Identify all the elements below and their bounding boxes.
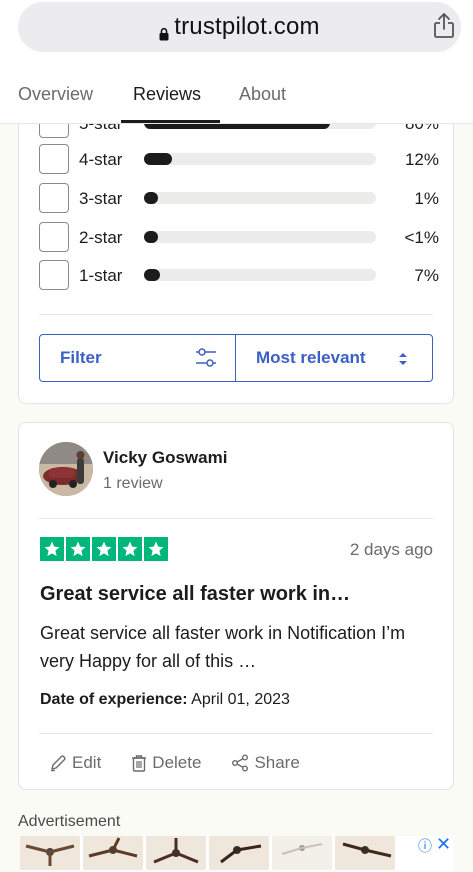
date-of-experience-value: April 01, 2023 [191, 691, 290, 708]
star-icon [92, 537, 116, 561]
advertisement-banner[interactable]: ⓘ ✕ [20, 834, 453, 872]
star-rating [40, 537, 168, 561]
pencil-icon [51, 755, 66, 772]
avatar[interactable] [39, 442, 93, 496]
rating-row-2-star[interactable]: 2-star <1% [39, 222, 439, 252]
rating-bar-track [144, 124, 376, 129]
rating-row-3-star[interactable]: 3-star 1% [39, 183, 439, 213]
rating-bar-fill [144, 124, 330, 129]
rating-bar-track [144, 231, 376, 243]
sort-dropdown[interactable]: Most relevant [236, 335, 432, 381]
reviewer-name[interactable]: Vicky Goswami [103, 448, 227, 468]
active-tab-indicator [121, 120, 220, 123]
advertisement-label: Advertisement [18, 813, 121, 830]
ad-product-image[interactable] [209, 836, 269, 870]
share-icon[interactable] [433, 13, 455, 39]
rating-filter-checkbox[interactable] [39, 260, 69, 290]
rating-row-label: 1-star [79, 266, 123, 285]
rating-row-label: 5-star [79, 124, 122, 134]
trash-icon [132, 755, 147, 772]
lock-icon [159, 20, 169, 41]
rating-row-percent: 12% [404, 150, 439, 169]
star-icon [40, 537, 64, 561]
sliders-icon [195, 347, 217, 369]
rating-row-label: 4-star [79, 150, 123, 169]
rating-filter-checkbox[interactable] [39, 222, 69, 252]
ad-product-image[interactable] [335, 836, 395, 870]
divider [39, 314, 433, 315]
share-button[interactable]: Share [231, 753, 300, 773]
rating-bar-fill [144, 231, 158, 243]
rating-bar-fill [144, 192, 158, 204]
sort-label: Most relevant [256, 348, 366, 367]
divider [39, 518, 433, 519]
filter-button[interactable]: Filter [40, 335, 236, 381]
ad-product-image[interactable] [146, 836, 206, 870]
ad-product-image[interactable] [272, 836, 332, 870]
rating-row-percent: 7% [414, 266, 439, 285]
url-display[interactable]: trustpilot.com [159, 13, 320, 41]
divider [39, 733, 433, 734]
tab-reviews[interactable]: Reviews [133, 84, 201, 105]
review-card: Vicky Goswami 1 review 2 days ago Great … [18, 422, 454, 790]
star-icon [118, 537, 142, 561]
rating-row-4-star[interactable]: 4-star 12% [39, 144, 439, 174]
address-bar[interactable]: trustpilot.com [18, 2, 461, 52]
review-actions: Edit Delete Share [49, 753, 330, 773]
rating-row-percent: 1% [414, 189, 439, 208]
rating-row-1-star[interactable]: 1-star 7% [39, 260, 439, 290]
filter-sort-bar: Filter Most relevant [39, 334, 433, 382]
page-tabs: Overview Reviews About [0, 68, 473, 124]
delete-label: Delete [152, 753, 202, 772]
rating-row-percent: <1% [404, 228, 440, 247]
tab-overview[interactable]: Overview [18, 84, 93, 105]
date-of-experience: Date of experience: April 01, 2023 [40, 691, 290, 709]
chevron-up-down-icon [398, 351, 408, 367]
rating-row-label: 2-star [79, 228, 123, 247]
ad-product-image[interactable] [20, 836, 80, 870]
review-count: 1 review [103, 475, 163, 492]
star-icon [144, 537, 168, 561]
rating-row-percent: 80% [405, 124, 439, 134]
delete-button[interactable]: Delete [131, 753, 201, 773]
share-label: Share [254, 753, 300, 772]
ad-info-icon[interactable]: ⓘ [418, 836, 432, 856]
rating-bar-fill [144, 153, 172, 165]
edit-label: Edit [72, 753, 102, 772]
star-icon [66, 537, 90, 561]
rating-filter-checkbox[interactable] [39, 124, 69, 138]
date-of-experience-label: Date of experience: [40, 691, 188, 708]
rating-bar-track [144, 269, 376, 281]
ad-close-icon[interactable]: ✕ [436, 834, 451, 855]
rating-filter-checkbox[interactable] [39, 183, 69, 213]
review-title[interactable]: Great service all faster work in… [40, 583, 350, 606]
review-body[interactable]: Great service all faster work in Notific… [40, 619, 440, 675]
rating-filter-checkbox[interactable] [39, 144, 69, 174]
filter-label: Filter [60, 348, 102, 367]
browser-toolbar: trustpilot.com [0, 0, 473, 68]
ad-product-image[interactable] [83, 836, 143, 870]
url-text: trustpilot.com [174, 13, 320, 40]
review-date: 2 days ago [349, 540, 433, 559]
rating-bar-track [144, 153, 376, 165]
rating-bar-track [144, 192, 376, 204]
rating-bar-fill [144, 269, 161, 281]
edit-button[interactable]: Edit [49, 753, 101, 773]
tab-about[interactable]: About [239, 84, 286, 105]
rating-row-label: 3-star [79, 189, 123, 208]
rating-breakdown-card: 5-star 80% 4-star 12% 3-star 1% 2-star <… [18, 124, 454, 404]
share-nodes-icon [232, 754, 249, 772]
rating-row-5-star[interactable]: 5-star 80% [39, 124, 439, 138]
